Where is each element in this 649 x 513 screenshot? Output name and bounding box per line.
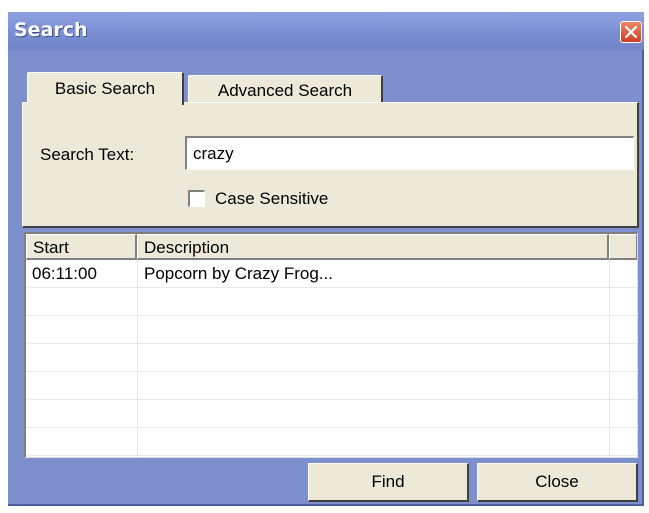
- table-row: [26, 288, 637, 316]
- find-button[interactable]: Find: [308, 463, 469, 502]
- window-title: Search: [14, 19, 88, 41]
- table-row: [26, 428, 637, 456]
- column-header-empty[interactable]: [609, 234, 637, 260]
- row-start-cell: 06:11:00: [32, 264, 97, 283]
- tab-advanced-search[interactable]: Advanced Search: [188, 75, 383, 105]
- case-sensitive-checkbox[interactable]: [188, 190, 205, 207]
- table-row: [26, 400, 637, 428]
- close-window-button[interactable]: [620, 21, 642, 43]
- column-header-start[interactable]: Start: [26, 234, 137, 260]
- results-header: Start Description: [26, 234, 637, 260]
- table-row: [26, 344, 637, 372]
- table-row: [26, 316, 637, 344]
- column-header-description[interactable]: Description: [137, 234, 609, 260]
- table-row[interactable]: 06:11:00 Popcorn by Crazy Frog...: [26, 260, 637, 288]
- close-button[interactable]: Close: [477, 463, 638, 502]
- basic-search-panel: Search Text: crazy Case Sensitive: [22, 102, 639, 228]
- search-dialog: Search Basic Search Advanced Search Sear…: [8, 12, 644, 506]
- title-bar[interactable]: Search: [8, 12, 644, 50]
- search-text-label: Search Text:: [40, 145, 135, 164]
- table-row: [26, 372, 637, 400]
- search-text-input[interactable]: crazy: [185, 136, 634, 170]
- row-description-cell: Popcorn by Crazy Frog...: [144, 264, 333, 283]
- case-sensitive-label[interactable]: Case Sensitive: [215, 189, 328, 209]
- results-list[interactable]: Start Description 06:11:00 Popcorn by Cr…: [24, 232, 638, 458]
- close-icon: [625, 26, 637, 38]
- tab-basic-search[interactable]: Basic Search: [27, 72, 184, 105]
